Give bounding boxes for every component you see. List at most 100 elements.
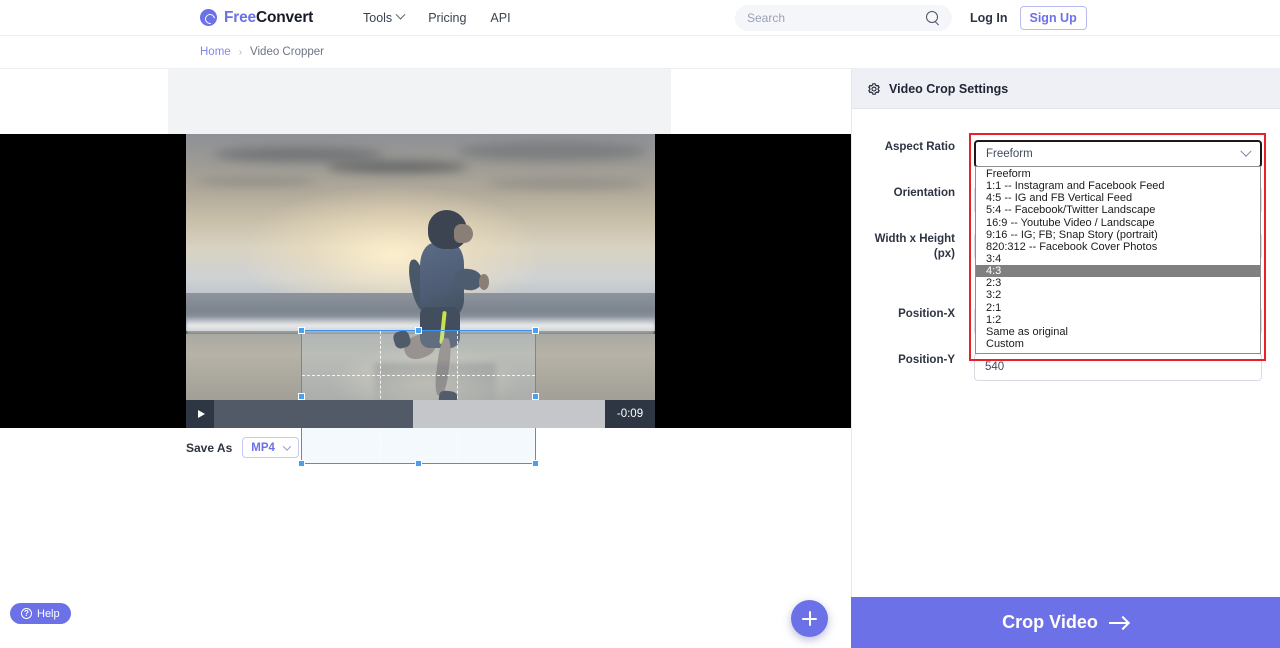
cloud-shape	[195, 177, 318, 186]
aspect-ratio-option[interactable]: 1:1 -- Instagram and Facebook Feed	[976, 180, 1260, 192]
play-button[interactable]	[186, 400, 214, 428]
aspect-ratio-option[interactable]: 2:3	[976, 277, 1260, 289]
freeconvert-logo-icon	[200, 9, 217, 26]
crop-video-label: Crop Video	[1002, 612, 1098, 632]
aspect-ratio-dropdown-list[interactable]: Freeform 1:1 -- Instagram and Facebook Fe…	[975, 166, 1261, 354]
crop-handle-top-right[interactable]	[532, 327, 539, 334]
crop-handle-top-center[interactable]	[414, 327, 422, 334]
aspect-ratio-option[interactable]: 5:4 -- Facebook/Twitter Landscape	[976, 204, 1260, 216]
chevron-down-icon	[395, 9, 406, 20]
log-in-button[interactable]: Log In	[970, 11, 1008, 25]
position-y-control	[974, 353, 1262, 381]
search-box[interactable]	[735, 5, 952, 31]
brand-name-free: Free	[224, 8, 256, 26]
orientation-label: Orientation	[893, 187, 955, 199]
nav-item-pricing[interactable]: Pricing	[428, 11, 466, 25]
add-file-button[interactable]	[791, 600, 828, 637]
cloud-shape	[326, 160, 468, 173]
crop-handle-bottom-right[interactable]	[532, 460, 539, 467]
cloud-shape	[486, 179, 646, 190]
nav-item-api[interactable]: API	[490, 11, 510, 25]
aspect-ratio-value: Freeform	[986, 148, 1033, 160]
top-navbar: FreeConvert Tools Pricing API Log In Sig…	[0, 0, 1280, 36]
crop-handle-bottom-left[interactable]	[298, 460, 305, 467]
video-stage: -0:09	[0, 134, 851, 467]
aspect-ratio-option[interactable]: 2:1	[976, 302, 1260, 314]
seek-bar-buffer	[413, 400, 605, 428]
page-root: FreeConvert Tools Pricing API Log In Sig…	[0, 0, 1280, 648]
breadcrumb-home[interactable]: Home	[200, 46, 231, 58]
width-height-label: Width x Height (px)	[852, 232, 955, 262]
nav-item-pricing-label: Pricing	[428, 10, 467, 25]
chevron-down-icon	[283, 441, 292, 451]
save-as-label: Save As	[186, 440, 233, 455]
runner-face	[454, 224, 473, 244]
aspect-ratio-label: Aspect Ratio	[884, 141, 955, 153]
cloud-shape	[214, 147, 383, 163]
crop-grid-line-vertical	[457, 331, 459, 463]
aspect-ratio-option[interactable]: 9:16 -- IG; FB; Snap Story (portrait)	[976, 229, 1260, 241]
nav-item-tools-label: Tools	[363, 10, 393, 25]
search-icon[interactable]	[926, 11, 940, 25]
breadcrumb-separator-icon: ›	[238, 46, 243, 58]
video-crop-settings-panel: Video Crop Settings Aspect Ratio Freefor…	[851, 69, 1280, 648]
field-aspect-ratio: Aspect Ratio Freeform	[852, 140, 1280, 168]
breadcrumb: Home › Video Cropper	[0, 36, 1280, 69]
crop-handle-bottom-center[interactable]	[414, 460, 422, 467]
aspect-ratio-option[interactable]: 1:2	[976, 314, 1260, 326]
auth-actions: Log In Sign Up	[970, 5, 1087, 30]
aspect-ratio-option[interactable]: 16:9 -- Youtube Video / Landscape	[976, 217, 1260, 229]
aspect-ratio-option[interactable]: Custom	[976, 338, 1260, 350]
save-as-row: Save As MP4	[186, 437, 300, 458]
breadcrumb-current: Video Cropper	[250, 46, 324, 58]
work-area: -0:09 Save As MP4 ? Help	[0, 69, 851, 648]
seek-bar[interactable]	[214, 400, 605, 428]
aspect-ratio-option[interactable]: 3:4	[976, 253, 1260, 265]
panel-title: Video Crop Settings	[889, 81, 1009, 96]
crop-grid-line-horizontal	[302, 374, 535, 376]
position-y-input[interactable]	[974, 353, 1262, 381]
aspect-ratio-select[interactable]: Freeform	[974, 140, 1262, 168]
search-input[interactable]	[747, 11, 926, 25]
nav-links: Tools Pricing API	[363, 9, 511, 25]
brand-name-convert: Convert	[255, 8, 314, 26]
runner-hand	[478, 274, 489, 290]
stage-top-spacer	[168, 69, 671, 134]
help-label: Help	[37, 607, 60, 620]
panel-header: Video Crop Settings	[852, 69, 1280, 109]
crop-handle-top-left[interactable]	[298, 327, 305, 334]
crop-handle-middle-left[interactable]	[298, 393, 305, 400]
aspect-ratio-option[interactable]: 4:3	[976, 265, 1260, 278]
time-remaining-label: -0:09	[605, 400, 655, 428]
crop-video-button[interactable]: Crop Video	[851, 597, 1280, 648]
question-mark-icon: ?	[21, 608, 32, 619]
position-x-label: Position-X	[898, 308, 955, 320]
aspect-ratio-option[interactable]: Same as original	[976, 326, 1260, 338]
aspect-ratio-option[interactable]: 3:2	[976, 289, 1260, 301]
nav-item-tools[interactable]: Tools	[363, 9, 406, 25]
save-as-select[interactable]: MP4	[242, 437, 300, 458]
video-player-controls: -0:09	[186, 400, 655, 428]
chevron-down-icon	[1240, 145, 1252, 157]
aspect-ratio-option[interactable]: 820:312 -- Facebook Cover Photos	[976, 241, 1260, 253]
aspect-ratio-option[interactable]: Freeform	[976, 168, 1260, 180]
sign-up-button[interactable]: Sign Up	[1019, 5, 1087, 30]
arrow-right-icon	[1108, 616, 1129, 630]
crop-selection-box[interactable]	[298, 327, 539, 467]
width-height-label-line2: (px)	[933, 248, 955, 260]
help-button[interactable]: ? Help	[10, 603, 71, 624]
crop-grid-line-vertical	[379, 331, 381, 463]
field-position-y: Position-Y	[852, 353, 1280, 381]
save-as-value: MP4	[251, 441, 275, 454]
width-height-label-line1: Width x Height	[874, 233, 955, 245]
nav-item-api-label: API	[490, 10, 511, 25]
aspect-ratio-option[interactable]: 4:5 -- IG and FB Vertical Feed	[976, 192, 1260, 204]
aspect-ratio-control: Freeform	[974, 140, 1262, 168]
gear-icon	[868, 82, 880, 95]
cloud-shape	[458, 142, 646, 161]
play-icon	[197, 410, 205, 418]
brand-logo[interactable]: FreeConvert	[200, 9, 313, 27]
crop-handle-middle-right[interactable]	[532, 393, 539, 400]
brand-name: FreeConvert	[224, 9, 313, 27]
position-y-label: Position-Y	[898, 354, 955, 366]
